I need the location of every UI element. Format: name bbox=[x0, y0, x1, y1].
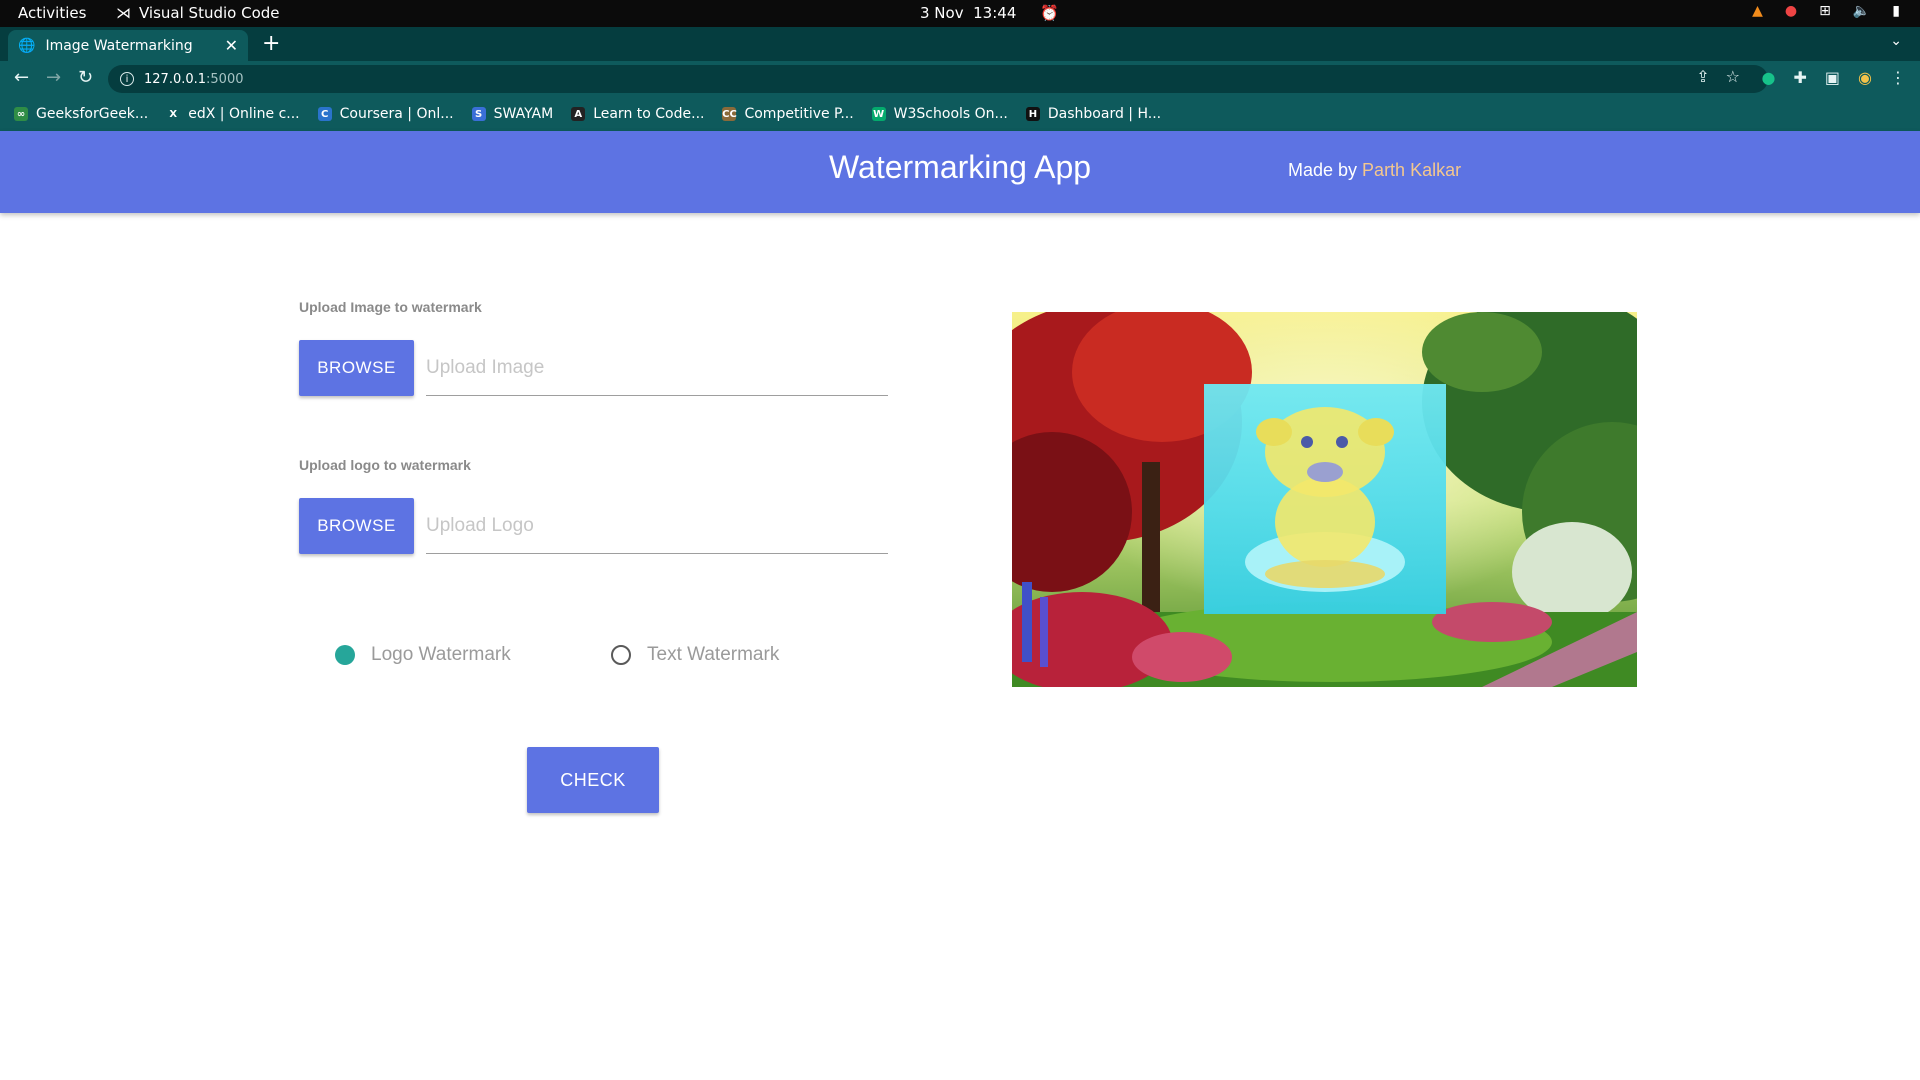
activities-button[interactable]: Activities bbox=[18, 4, 86, 22]
url-port: :5000 bbox=[206, 71, 244, 87]
bookmark-favicon-icon: C bbox=[317, 107, 332, 121]
bookmark-favicon-icon: CC bbox=[722, 107, 737, 121]
info-icon[interactable]: i bbox=[120, 72, 134, 86]
browser-toolbar: ← → ↻ i 127.0.0.1:5000 ⇪ ☆ ● ✚ ▣ ◉ ⋮ bbox=[0, 61, 1920, 97]
page-title: Watermarking App bbox=[829, 149, 1092, 185]
made-by-label: Made by bbox=[1288, 160, 1363, 180]
text-watermark-radio[interactable]: Text Watermark bbox=[611, 644, 779, 666]
new-tab-button[interactable]: + bbox=[262, 31, 280, 56]
bookmark-item[interactable]: CC Competitive P... bbox=[722, 106, 854, 122]
bookmark-label: W3Schools On... bbox=[893, 106, 1008, 122]
bookmark-favicon-icon: A bbox=[571, 107, 586, 121]
omnibox-actions: ⇪ ☆ bbox=[1696, 67, 1740, 86]
profile-avatar[interactable]: ◉ bbox=[1858, 68, 1872, 87]
volume-icon[interactable]: 🔈 bbox=[1853, 3, 1870, 19]
bookmark-label: edX | Online c... bbox=[188, 106, 300, 122]
menu-icon[interactable]: ⋮ bbox=[1890, 68, 1906, 87]
text-watermark-label: Text Watermark bbox=[647, 644, 780, 665]
logo-watermark-label: Logo Watermark bbox=[371, 644, 511, 665]
bookmark-item[interactable]: H Dashboard | H... bbox=[1025, 106, 1162, 122]
forward-icon[interactable]: → bbox=[46, 67, 61, 88]
check-button[interactable]: CHECK bbox=[527, 747, 659, 813]
globe-icon: 🌐 bbox=[18, 37, 36, 54]
bookmark-favicon-icon: X bbox=[166, 107, 181, 121]
app-menu[interactable]: ⋊ Visual Studio Code bbox=[116, 4, 280, 22]
browse-image-button[interactable]: BROWSE bbox=[299, 340, 414, 396]
author-link[interactable]: Parth Kalkar bbox=[1362, 160, 1461, 180]
close-icon[interactable]: ✕ bbox=[225, 36, 238, 55]
garden-scene bbox=[1012, 312, 1637, 687]
time: 13:44 bbox=[973, 4, 1017, 22]
grammarly-icon[interactable]: ● bbox=[1762, 68, 1776, 87]
upload-logo-input[interactable] bbox=[426, 498, 888, 553]
radio-selected-icon[interactable] bbox=[335, 645, 355, 665]
app-header: Watermarking App Made by Parth Kalkar bbox=[0, 131, 1920, 213]
network-icon[interactable]: ⊞ bbox=[1819, 3, 1831, 19]
bookmark-item[interactable]: C Coursera | Onl... bbox=[317, 106, 454, 122]
tab-strip: 🌐 Image Watermarking ✕ + ⌄ bbox=[0, 27, 1920, 61]
bookmark-label: SWAYAM bbox=[493, 106, 554, 122]
side-panel-icon[interactable]: ▣ bbox=[1825, 68, 1840, 87]
made-by: Made by Parth Kalkar bbox=[1288, 160, 1461, 181]
bookmark-item[interactable]: A Learn to Code... bbox=[571, 106, 704, 122]
bookmark-label: Coursera | Onl... bbox=[339, 106, 454, 122]
bookmark-favicon-icon: S bbox=[471, 107, 486, 121]
chevron-down-icon[interactable]: ⌄ bbox=[1890, 33, 1902, 49]
bookmark-favicon-icon: ∞ bbox=[14, 107, 28, 121]
url-host: 127.0.0.1 bbox=[144, 71, 207, 87]
browse-logo-button[interactable]: BROWSE bbox=[299, 498, 414, 554]
system-tray[interactable]: ▲ ● ⊞ 🔈 ▮ bbox=[1752, 3, 1900, 19]
power-icon[interactable]: ▮ bbox=[1892, 3, 1900, 19]
logo-watermark-radio[interactable]: Logo Watermark bbox=[335, 644, 511, 666]
upload-logo-field[interactable] bbox=[426, 498, 888, 554]
tab-image-watermarking[interactable]: 🌐 Image Watermarking ✕ bbox=[8, 30, 248, 61]
bookmark-label: Learn to Code... bbox=[593, 106, 705, 122]
bookmark-item[interactable]: XedX | Online c... bbox=[166, 106, 300, 122]
star-icon[interactable]: ☆ bbox=[1726, 67, 1740, 86]
reload-icon[interactable]: ↻ bbox=[78, 67, 93, 88]
share-icon[interactable]: ⇪ bbox=[1696, 67, 1709, 86]
bookmark-favicon-icon: W bbox=[871, 107, 886, 121]
bookmarks-bar: ∞ GeeksforGeek... XedX | Online c... C Cours… bbox=[0, 97, 1920, 131]
vlc-icon[interactable]: ▲ bbox=[1752, 3, 1763, 19]
chrome-icon[interactable]: ● bbox=[1785, 3, 1797, 19]
upload-logo-label: Upload logo to watermark bbox=[299, 457, 471, 473]
upload-image-field[interactable] bbox=[426, 340, 888, 396]
address-bar[interactable]: i 127.0.0.1:5000 bbox=[108, 65, 1768, 93]
alarm-icon: ⏰ bbox=[1040, 4, 1060, 22]
bookmark-label: Competitive P... bbox=[744, 106, 854, 122]
tab-title: Image Watermarking bbox=[45, 37, 193, 54]
system-top-bar: Activities ⋊ Visual Studio Code 3 Nov 13… bbox=[0, 0, 1920, 27]
upload-image-label: Upload Image to watermark bbox=[299, 299, 482, 315]
bookmark-label: Dashboard | H... bbox=[1047, 106, 1162, 122]
bookmark-item[interactable]: S SWAYAM bbox=[471, 106, 554, 122]
radio-unselected-icon[interactable] bbox=[611, 645, 631, 665]
vscode-icon: ⋊ bbox=[116, 4, 131, 22]
clock[interactable]: 3 Nov 13:44 ⏰ bbox=[920, 4, 1059, 22]
date: 3 Nov bbox=[920, 4, 964, 22]
watermarked-preview-image bbox=[1012, 312, 1637, 687]
app-name: Visual Studio Code bbox=[139, 4, 280, 22]
extensions-icon[interactable]: ✚ bbox=[1794, 68, 1807, 87]
toolbar-actions: ● ✚ ▣ ◉ ⋮ bbox=[1762, 68, 1906, 87]
bookmark-favicon-icon: H bbox=[1025, 107, 1040, 121]
bookmark-item[interactable]: ∞ GeeksforGeek... bbox=[14, 106, 148, 122]
bookmark-label: GeeksforGeek... bbox=[36, 106, 149, 122]
bookmark-item[interactable]: W W3Schools On... bbox=[871, 106, 1008, 122]
back-icon[interactable]: ← bbox=[14, 67, 29, 88]
upload-image-input[interactable] bbox=[426, 340, 888, 395]
